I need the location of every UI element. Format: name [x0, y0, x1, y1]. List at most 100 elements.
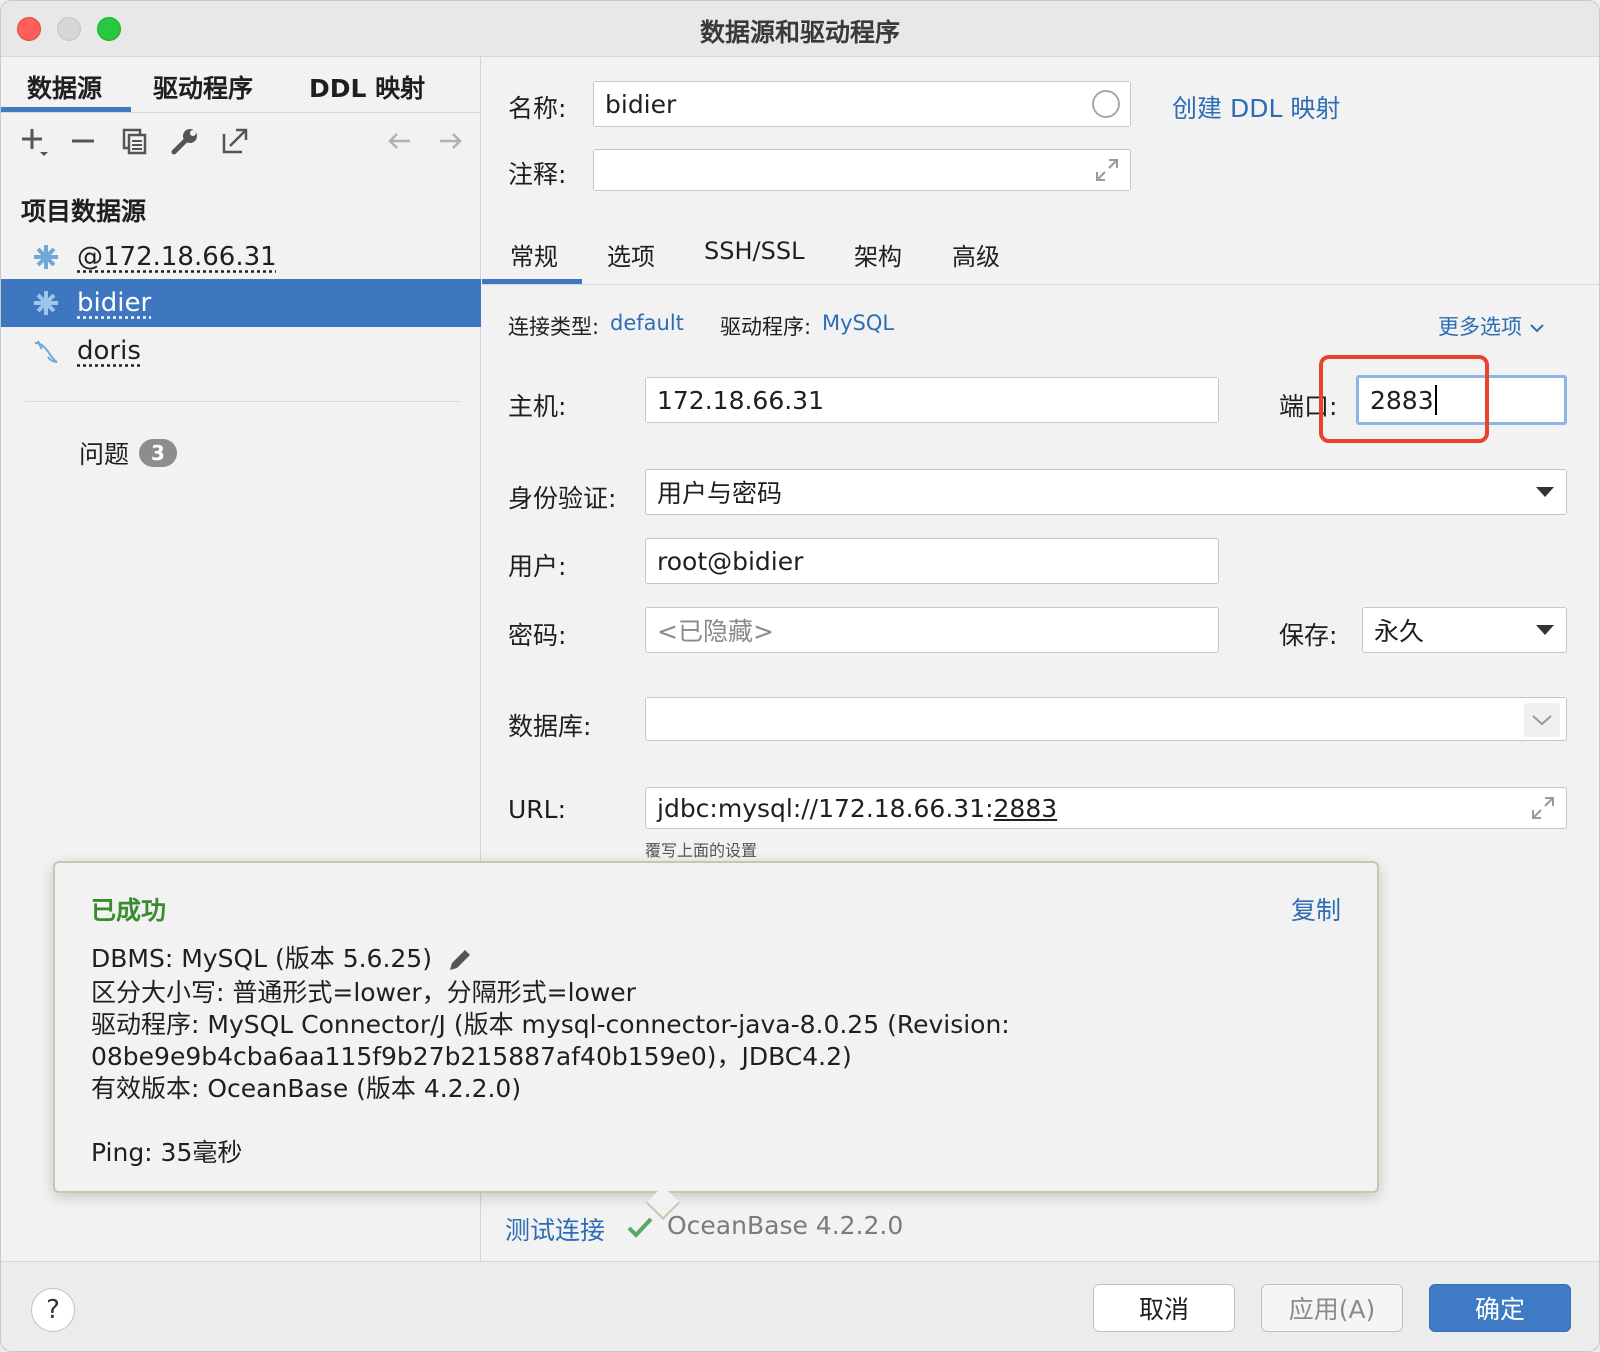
problems-count-badge: 3 — [139, 439, 178, 467]
save-label: 保存: — [1279, 621, 1338, 650]
apply-button[interactable]: 应用(A) — [1261, 1284, 1403, 1332]
connection-type-label: 连接类型: — [508, 315, 600, 339]
left-tabs: 数据源 驱动程序 DDL 映射 — [1, 57, 481, 113]
name-label: 名称: — [508, 94, 567, 123]
driver-link[interactable]: MySQL — [822, 311, 894, 335]
tab-schemas[interactable]: 架构 — [854, 237, 902, 272]
user-label: 用户: — [508, 552, 567, 581]
url-hint: 覆写上面的设置 — [645, 841, 758, 860]
active-tab-indicator — [1, 107, 131, 112]
oceanbase-icon — [31, 242, 61, 272]
popup-ping-line: Ping: 35毫秒 — [91, 1138, 243, 1167]
more-options-label: 更多选项 — [1438, 315, 1522, 339]
divider — [25, 401, 461, 402]
host-value: 172.18.66.31 — [657, 385, 824, 415]
popup-dbms-line: DBMS: MySQL (版本 5.6.25) — [91, 939, 474, 975]
tab-ddl-mappings[interactable]: DDL 映射 — [309, 69, 425, 105]
tab-ssh-ssl[interactable]: SSH/SSL — [704, 237, 804, 265]
dbms-text: DBMS: MySQL (版本 5.6.25) — [91, 944, 432, 973]
popup-case-line: 区分大小写: 普通形式=lower，分隔形式=lower — [91, 978, 636, 1007]
port-value: 2883 — [1370, 385, 1434, 415]
copy-link[interactable]: 复制 — [1291, 891, 1341, 927]
problems-label: 问题 — [79, 440, 130, 469]
expand-icon[interactable] — [1094, 157, 1120, 183]
user-input[interactable]: root@bidier — [645, 538, 1219, 584]
oceanbase-icon — [31, 288, 61, 318]
datasource-item-selected[interactable]: bidier — [1, 279, 481, 327]
connection-success-popup: 已成功 复制 DBMS: MySQL (版本 5.6.25) 区分大小写: 普通… — [53, 861, 1379, 1220]
comment-input[interactable] — [593, 149, 1131, 191]
auth-value: 用户与密码 — [657, 479, 783, 508]
datasource-item[interactable]: doris — [1, 327, 481, 375]
title-bar: 数据源和驱动程序 — [1, 1, 1599, 57]
auth-select[interactable]: 用户与密码 — [645, 469, 1567, 515]
datasource-toolbar — [1, 117, 481, 167]
password-label: 密码: — [508, 621, 567, 650]
export-icon[interactable] — [215, 121, 255, 161]
datasource-label: bidier — [77, 288, 152, 318]
tab-drivers[interactable]: 驱动程序 — [153, 69, 253, 105]
datasource-label: @172.18.66.31 — [77, 242, 277, 272]
host-label: 主机: — [508, 392, 567, 421]
auth-label: 身份验证: — [508, 484, 617, 513]
test-result-text: OceanBase 4.2.2.0 — [667, 1211, 904, 1240]
datasource-item[interactable]: @172.18.66.31 — [1, 233, 481, 281]
database-label: 数据库: — [508, 712, 592, 741]
window-title: 数据源和驱动程序 — [699, 18, 900, 47]
user-value: root@bidier — [657, 546, 804, 576]
dropdown-arrow-icon — [1536, 625, 1554, 635]
datasource-label: doris — [77, 336, 141, 366]
chevron-down-icon — [1529, 324, 1544, 333]
mysql-dolphin-icon — [31, 336, 61, 366]
help-button[interactable]: ? — [31, 1288, 75, 1332]
test-connection-link[interactable]: 测试连接 — [505, 1211, 605, 1247]
name-input[interactable]: bidier — [593, 81, 1131, 127]
active-tab-indicator — [482, 279, 582, 284]
save-value: 永久 — [1374, 617, 1425, 646]
popup-version-line: 有效版本: OceanBase (版本 4.2.2.0) — [91, 1074, 522, 1103]
color-picker-circle-icon[interactable] — [1092, 90, 1120, 118]
url-label: URL: — [508, 795, 567, 824]
url-port: 2883 — [993, 793, 1058, 823]
popup-driver-line: 驱动程序: MySQL Connector/J (版本 mysql-connec… — [91, 1010, 1010, 1039]
dropdown-arrow-icon — [1536, 487, 1554, 497]
password-input[interactable]: <已隐藏> — [645, 607, 1219, 653]
tab-options[interactable]: 选项 — [607, 237, 655, 272]
url-input[interactable]: jdbc:mysql://172.18.66.31: 2883 — [645, 787, 1567, 829]
more-options-link[interactable]: 更多选项 — [1438, 311, 1545, 341]
name-value: bidier — [605, 89, 677, 119]
password-placeholder: <已隐藏> — [657, 617, 774, 646]
database-input[interactable] — [645, 697, 1567, 741]
dialog-footer: ? 取消 应用(A) 确定 — [1, 1261, 1599, 1351]
comment-label: 注释: — [508, 160, 567, 189]
text-cursor — [1434, 385, 1437, 415]
wrench-icon[interactable] — [165, 121, 205, 161]
back-arrow-icon[interactable] — [379, 121, 419, 161]
dialog-window: 数据源和驱动程序 数据源 驱动程序 DDL 映射 项目数据源 @172.18.6… — [0, 0, 1600, 1352]
chevron-down-icon[interactable] — [1524, 703, 1560, 737]
popup-title: 已成功 — [91, 896, 167, 925]
remove-icon[interactable] — [63, 121, 103, 161]
host-input[interactable]: 172.18.66.31 — [645, 377, 1219, 423]
forward-arrow-icon[interactable] — [431, 121, 471, 161]
cancel-button[interactable]: 取消 — [1093, 1284, 1235, 1332]
expand-icon[interactable] — [1530, 795, 1556, 821]
popup-revision-line: 08be9e9b4cba6aa115f9b27b215887af40b159e0… — [91, 1042, 852, 1071]
tab-advanced[interactable]: 高级 — [952, 237, 1000, 272]
ok-button[interactable]: 确定 — [1429, 1284, 1571, 1332]
check-icon — [627, 1217, 653, 1238]
project-datasources-heading: 项目数据源 — [21, 197, 147, 226]
connection-type-link[interactable]: default — [610, 311, 684, 335]
tab-general[interactable]: 常规 — [510, 237, 558, 272]
save-select[interactable]: 永久 — [1362, 607, 1567, 653]
tab-datasources[interactable]: 数据源 — [27, 69, 102, 105]
port-input[interactable]: 2883 — [1356, 375, 1567, 425]
url-prefix: jdbc:mysql://172.18.66.31: — [657, 793, 994, 823]
problems-item[interactable]: 问题 3 — [79, 435, 178, 471]
port-label: 端口: — [1279, 392, 1338, 421]
settings-tabs: 常规 选项 SSH/SSL 架构 高级 — [482, 225, 1599, 285]
duplicate-icon[interactable] — [115, 121, 155, 161]
pencil-icon[interactable] — [446, 946, 474, 974]
add-icon[interactable] — [15, 121, 55, 161]
create-ddl-mapping-link[interactable]: 创建 DDL 映射 — [1172, 89, 1340, 125]
